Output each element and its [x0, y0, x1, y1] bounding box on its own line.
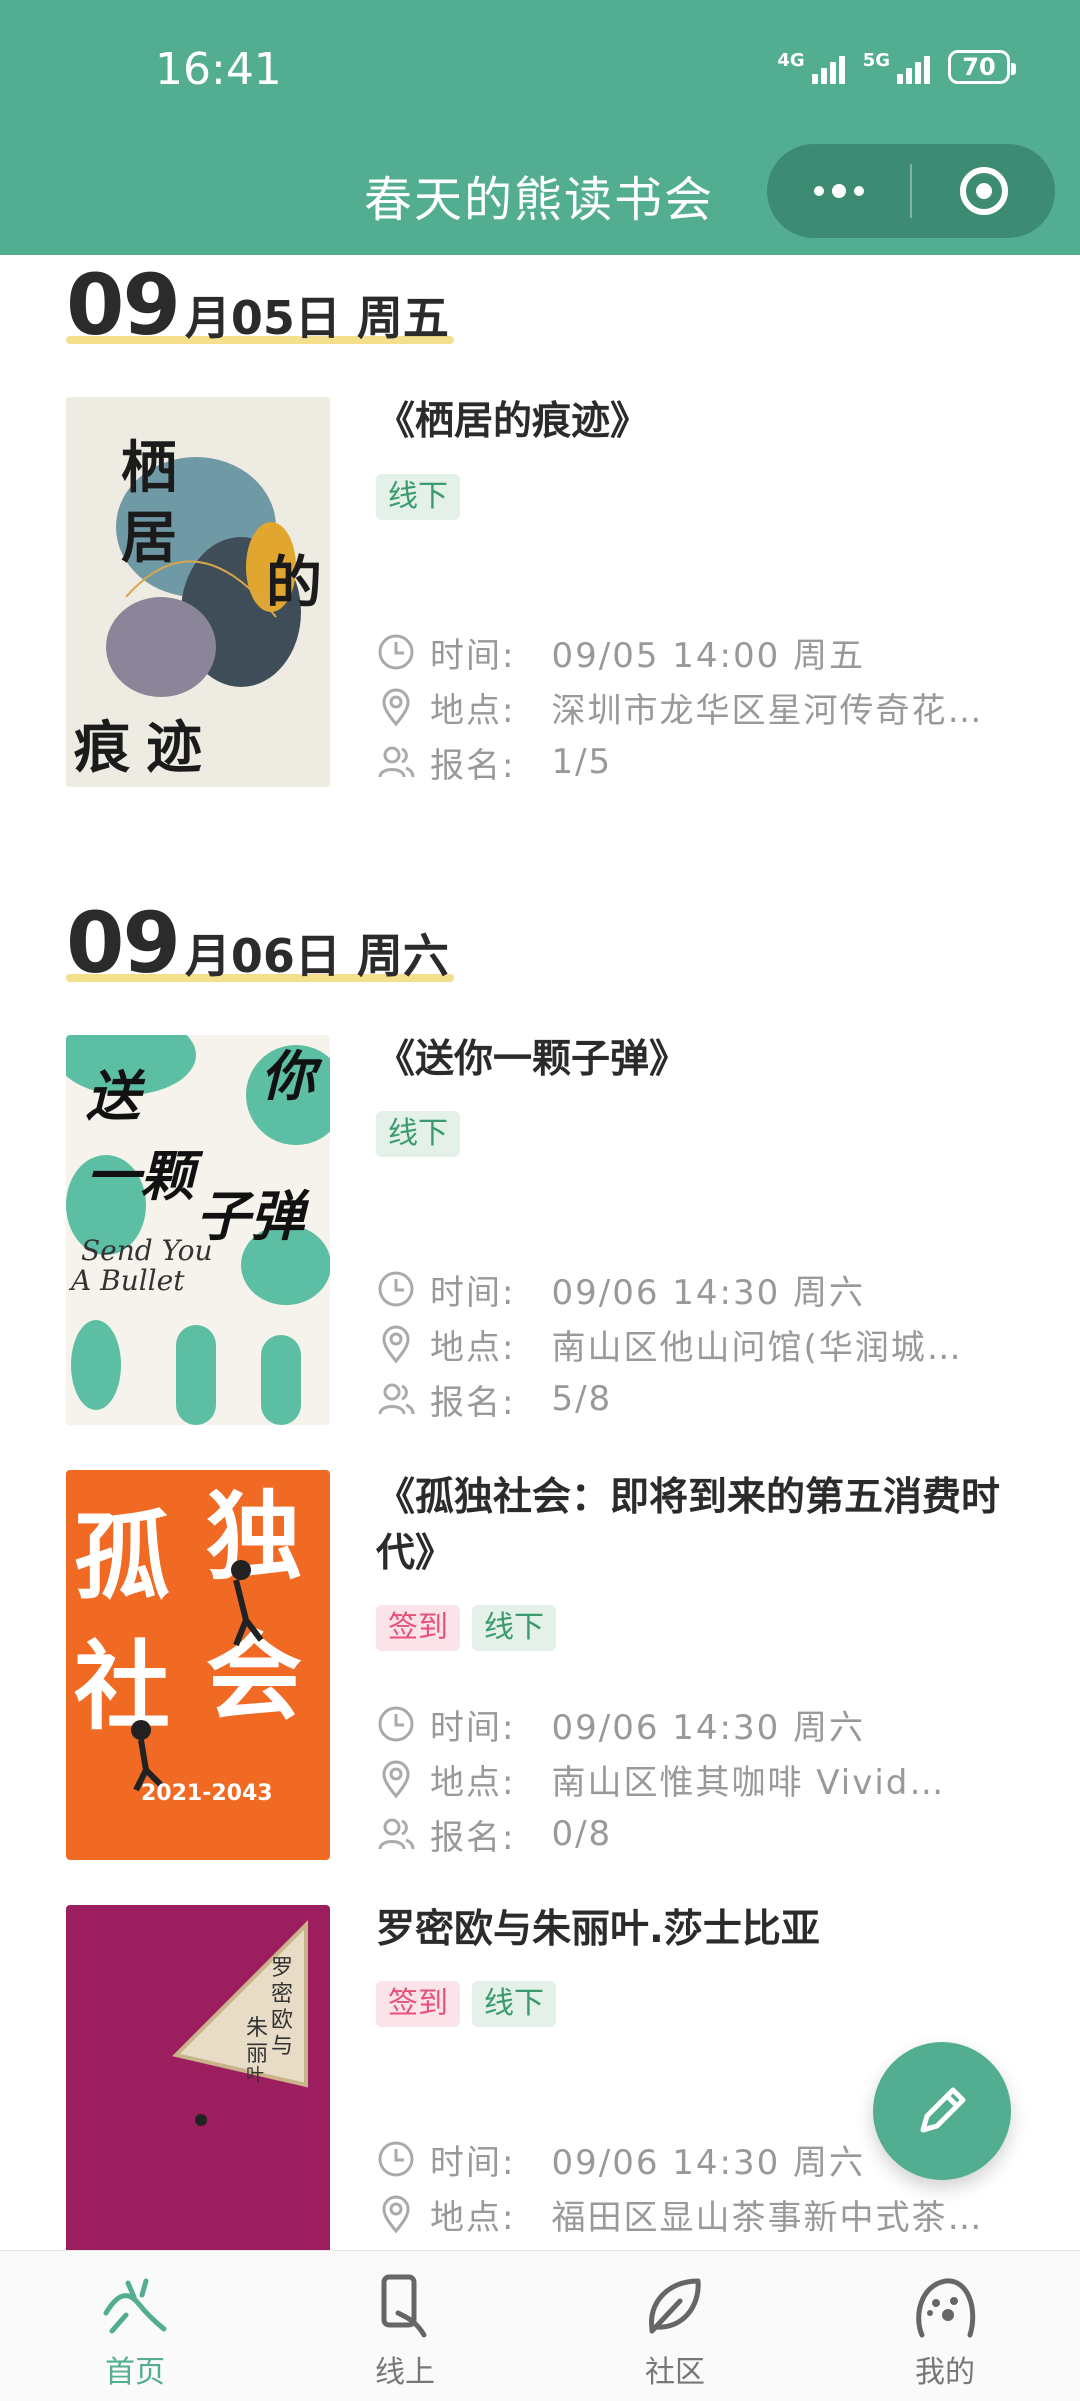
location-pin-icon: [382, 1325, 410, 1364]
svg-text:与: 与: [271, 2034, 293, 2059]
svg-text:你: 你: [261, 1045, 323, 1108]
location-pin-icon: [382, 2195, 410, 2234]
event-title[interactable]: 《送你一颗子弹》: [376, 1032, 1026, 1088]
book-cover[interactable]: 送 你 一颗 子弹 Send You A Bullet: [66, 1035, 330, 1425]
svg-text:栖: 栖: [121, 436, 177, 501]
location-pin-icon: [382, 688, 410, 727]
offline-tag: 线下: [376, 1111, 460, 1157]
date-heading: 09 月05日 周五: [66, 256, 449, 354]
more-button[interactable]: [767, 144, 910, 238]
event-place: 地点: 南山区惟其咖啡 Vivid…: [376, 1752, 1016, 1806]
event-signup: 报名: 1/5: [376, 735, 1016, 789]
event-tags: 签到 线下: [376, 1981, 556, 2027]
tab-online[interactable]: 线上: [270, 2251, 540, 2401]
svg-text:居: 居: [121, 506, 177, 571]
offline-tag: 线下: [376, 474, 460, 520]
svg-text:Send You: Send You: [81, 1234, 213, 1267]
clock-icon: [378, 634, 414, 670]
checkin-tag: 签到: [376, 1605, 460, 1651]
svg-text:欧: 欧: [271, 2008, 293, 2033]
svg-text:迹: 迹: [146, 716, 202, 781]
top-header: 16:41 4G 5G 70 春天的熊读书会: [0, 0, 1080, 255]
bottom-tab-bar: 首页 线上 社区 我的: [0, 2250, 1080, 2401]
clock-icon: [378, 1706, 414, 1742]
close-miniprogram-button[interactable]: [912, 144, 1055, 238]
bear-icon: [916, 2278, 976, 2338]
book-cover[interactable]: 孤 独 社 会 2021-2043: [66, 1470, 330, 1860]
book-cover[interactable]: 栖 居 的 痕 迹: [66, 397, 330, 787]
cover-art: 罗 密 欧 与 朱 丽 叶: [172, 1920, 308, 2126]
pencil-icon: [920, 2087, 966, 2133]
signal-5g-icon: 5G: [863, 50, 930, 84]
clock-icon: [378, 2141, 414, 2177]
event-time: 时间: 09/06 14:30 周六: [376, 1262, 1016, 1316]
leaf-icon: [649, 2278, 701, 2334]
more-dots-icon: [813, 184, 864, 198]
mini-program-capsule: [767, 144, 1055, 238]
battery-icon: 70: [948, 50, 1016, 84]
event-place: 地点: 南山区他山问馆(华润城…: [376, 1317, 1016, 1371]
status-icons: 4G 5G 70: [777, 50, 1016, 84]
users-icon: [378, 746, 415, 778]
book-cover[interactable]: 罗 密 欧 与 朱 丽 叶: [66, 1905, 330, 2250]
svg-text:独: 独: [206, 1481, 302, 1593]
event-signup: 报名: 5/8: [376, 1372, 1016, 1426]
svg-text:一颗: 一颗: [86, 1145, 204, 1208]
svg-text:丽: 丽: [246, 2042, 268, 2067]
svg-text:子弹: 子弹: [196, 1185, 310, 1248]
users-icon: [378, 1818, 415, 1850]
svg-text:的: 的: [266, 551, 322, 616]
cover-art: 送 你 一颗 子弹 Send You A Bullet: [66, 1035, 330, 1425]
status-time: 16:41: [155, 44, 282, 95]
cover-art: 栖 居 的 痕 迹: [74, 436, 322, 781]
signal-4g-icon: 4G: [777, 50, 845, 84]
event-tags: 线下: [376, 474, 460, 520]
svg-text:孤: 孤: [74, 1501, 170, 1613]
svg-text:社: 社: [74, 1631, 170, 1743]
event-place: 地点: 福田区显山茶事新中式茶…: [376, 2187, 1016, 2241]
phone-hand-icon: [381, 2274, 427, 2338]
svg-text:会: 会: [206, 1621, 302, 1733]
svg-text:2021-2043: 2021-2043: [141, 1781, 273, 1806]
home-icon: [103, 2278, 167, 2334]
svg-text:罗: 罗: [271, 1956, 293, 1981]
clock-icon: [378, 1271, 414, 1307]
tab-home[interactable]: 首页: [0, 2251, 270, 2401]
date-heading: 09 月06日 周六: [66, 894, 449, 992]
target-icon: [959, 167, 1008, 215]
event-title[interactable]: 《栖居的痕迹》: [376, 394, 1026, 450]
event-title[interactable]: 《孤独社会：即将到来的第五消费时代》: [376, 1470, 1026, 1582]
tab-mine[interactable]: 我的: [810, 2251, 1080, 2401]
cover-art: 孤 独 社 会 2021-2043: [74, 1481, 302, 1806]
users-icon: [378, 1383, 415, 1415]
event-signup: 报名: 0/8: [376, 1807, 1016, 1861]
svg-text:朱: 朱: [246, 2016, 268, 2041]
location-pin-icon: [382, 1760, 410, 1799]
svg-text:叶: 叶: [246, 2065, 264, 2086]
event-time: 时间: 09/05 14:00 周五: [376, 625, 1016, 679]
svg-text:A Bullet: A Bullet: [68, 1264, 185, 1297]
event-tags: 线下: [376, 1111, 460, 1157]
svg-text:密: 密: [271, 1982, 293, 2007]
svg-text:送: 送: [86, 1065, 146, 1128]
offline-tag: 线下: [472, 1605, 556, 1651]
svg-text:痕: 痕: [74, 716, 131, 781]
create-post-button[interactable]: [873, 2042, 1011, 2180]
event-title[interactable]: 罗密欧与朱丽叶.莎士比亚: [376, 1902, 1026, 1958]
checkin-tag: 签到: [376, 1981, 460, 2027]
event-tags: 签到 线下: [376, 1605, 556, 1651]
tab-community[interactable]: 社区: [540, 2251, 810, 2401]
event-place: 地点: 深圳市龙华区星河传奇花…: [376, 680, 1016, 734]
event-time: 时间: 09/06 14:30 周六: [376, 1697, 1016, 1751]
offline-tag: 线下: [472, 1981, 556, 2027]
